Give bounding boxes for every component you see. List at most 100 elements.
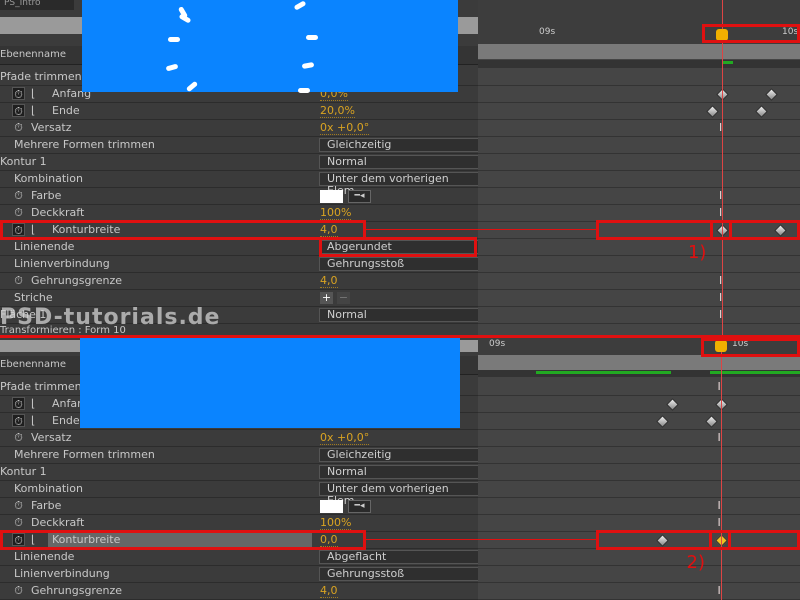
keyframe-diamond[interactable] [656, 415, 670, 428]
keyframe-diamond[interactable] [764, 88, 778, 101]
timeline-track [478, 137, 800, 154]
eyedropper-icon[interactable]: ━◂ [348, 500, 371, 513]
timeline-track [478, 239, 800, 256]
property-value[interactable]: 0x +0,0° [320, 121, 370, 135]
graph-editor-icon[interactable]: ⌊ [31, 414, 35, 427]
layer-row-mehrere-formen-trimmen[interactable]: Mehrere Formen trimmen Gleichzeitig [0, 447, 479, 464]
annotation-highlight [709, 220, 732, 240]
column-header-name: Ebenenname [0, 49, 67, 60]
stopwatch-icon[interactable]: ⏱ [12, 274, 25, 287]
keyframe-diamond[interactable] [754, 105, 768, 118]
work-area-bar[interactable] [478, 355, 800, 370]
property-label: Kombination [14, 172, 83, 185]
stopwatch-icon[interactable]: ⏱ [12, 397, 25, 411]
stopwatch-icon[interactable]: ⏱ [12, 104, 25, 118]
annotation-number: 1) [687, 242, 707, 263]
annotation-line [366, 539, 598, 540]
property-label: Deckkraft [31, 516, 85, 529]
layer-row-kombination[interactable]: Kombination Unter dem vorherigen Elem [0, 481, 479, 507]
annotation-highlight [701, 24, 800, 43]
layer-row-mehrere-formen-trimmen[interactable]: Mehrere Formen trimmen Gleichzeitig [0, 137, 479, 154]
keyframe-diamond[interactable] [666, 398, 679, 411]
timeline-track: I [478, 379, 800, 396]
add-dash-button[interactable]: + [320, 292, 333, 304]
layer-row-kombination[interactable]: Kombination Unter dem vorherigen Elem [0, 171, 479, 197]
property-dropdown[interactable]: Normal [319, 465, 479, 479]
property-dropdown[interactable]: Normal [319, 155, 479, 169]
property-value[interactable]: 100% [320, 516, 352, 530]
stopwatch-icon[interactable]: ⏱ [12, 431, 25, 444]
property-value[interactable]: 4,0 [320, 274, 338, 288]
layer-row-versatz[interactable]: ⏱ Versatz 0x +0,0° [0, 120, 478, 137]
playhead[interactable] [721, 0, 723, 337]
annotation-highlight [0, 220, 366, 240]
layer-row-kontur-1[interactable]: Kontur 1 Normal [0, 464, 479, 481]
stopwatch-icon[interactable]: ⏱ [12, 584, 25, 597]
stopwatch-icon[interactable]: ⏱ [12, 516, 25, 529]
playhead[interactable] [720, 338, 722, 600]
time-tick-label: 09s [539, 27, 556, 37]
layer-row-linienverbindung[interactable]: Linienverbindung Gehrungsstoß [0, 566, 479, 583]
stopwatch-icon[interactable]: ⏱ [12, 189, 25, 202]
property-label: Ende [52, 414, 80, 427]
layer-row-farbe[interactable]: ⏱ Farbe ━◂ [0, 188, 478, 205]
property-dropdown[interactable]: Gleichzeitig [319, 448, 479, 462]
layer-row-gehrungsgrenze[interactable]: ⏱ Gehrungsgrenze 4,0 [0, 273, 478, 290]
property-value[interactable]: 100% [320, 206, 352, 220]
property-dropdown[interactable]: Abgeflacht [319, 550, 479, 564]
layer-row-kontur-1[interactable]: Kontur 1 Normal [0, 154, 479, 171]
property-label: Pfade trimmen 1 [0, 70, 93, 83]
property-dropdown[interactable]: Gehrungsstoß [319, 567, 479, 581]
graph-editor-icon[interactable]: ⌊ [31, 397, 35, 410]
property-value[interactable]: 0x +0,0° [320, 431, 370, 445]
property-label: Striche [14, 291, 53, 304]
timeline-track [478, 69, 800, 86]
layer-row-linienverbindung[interactable]: Linienverbindung Gehrungsstoß [0, 256, 479, 273]
layer-row-farbe[interactable]: ⏱ Farbe ━◂ [0, 498, 478, 515]
property-label: Pfade trimmen 1 [0, 380, 93, 393]
color-swatch[interactable] [320, 500, 343, 513]
property-dropdown[interactable]: Unter dem vorherigen Elem [319, 482, 479, 507]
color-swatch[interactable] [320, 190, 343, 203]
property-label: Mehrere Formen trimmen [14, 138, 155, 151]
stopwatch-icon[interactable]: ⏱ [12, 121, 25, 134]
composition-preview [82, 0, 458, 93]
graph-editor-icon[interactable]: ⌊ [31, 104, 35, 117]
property-dropdown[interactable]: Normal [319, 308, 479, 322]
annotation-highlight [319, 237, 477, 257]
comp-tab[interactable]: PS_Intro [0, 0, 74, 10]
stopwatch-icon[interactable]: ⏱ [12, 414, 25, 428]
property-dropdown[interactable]: Gehrungsstoß [319, 257, 479, 271]
eyedropper-icon[interactable]: ━◂ [348, 190, 371, 203]
property-dropdown[interactable]: Gleichzeitig [319, 138, 479, 152]
property-value[interactable]: 20,0% [320, 104, 355, 118]
layer-row-linienende[interactable]: Linienende Abgeflacht [0, 549, 479, 566]
work-area-bar[interactable] [478, 44, 800, 59]
layer-row-versatz[interactable]: ⏱ Versatz 0x +0,0° [0, 430, 478, 447]
property-dropdown[interactable]: Unter dem vorherigen Elem [319, 172, 479, 197]
timeline-track: I [478, 583, 800, 600]
layer-row-ende[interactable]: ⏱ ⌊ Ende 20,0% [0, 103, 478, 120]
graph-editor-icon[interactable]: ⌊ [31, 87, 35, 100]
composition-preview [80, 338, 460, 428]
timeline-track: I [478, 120, 800, 137]
property-label: Gehrungsgrenze [31, 274, 122, 287]
timeline-panel-top: PS_Intro Ebenenname Pfade trimmen 1 ⏱ ⌊ Anf… [0, 0, 800, 337]
keyframe-diamond[interactable] [706, 105, 720, 118]
stopwatch-icon[interactable]: ⏱ [12, 206, 25, 219]
annotation-highlight [0, 530, 366, 550]
timeline-track: I [478, 307, 800, 324]
timeline-track [478, 171, 800, 188]
annotation-highlight [700, 338, 800, 357]
keyframe-diamond[interactable] [704, 415, 718, 428]
stopwatch-icon[interactable]: ⏱ [12, 499, 25, 512]
property-value[interactable]: 4,0 [320, 584, 338, 598]
timeline-area: IIIIII 09s 10s [478, 0, 800, 337]
annotation-line [366, 229, 598, 230]
property-label: Farbe [31, 499, 62, 512]
remove-dash-button[interactable]: − [337, 292, 350, 304]
stopwatch-icon[interactable]: ⏱ [12, 87, 25, 101]
annotation-highlight [596, 530, 800, 550]
property-label: Farbe [31, 189, 62, 202]
layer-row-gehrungsgrenze[interactable]: ⏱ Gehrungsgrenze 4,0 [0, 583, 478, 600]
